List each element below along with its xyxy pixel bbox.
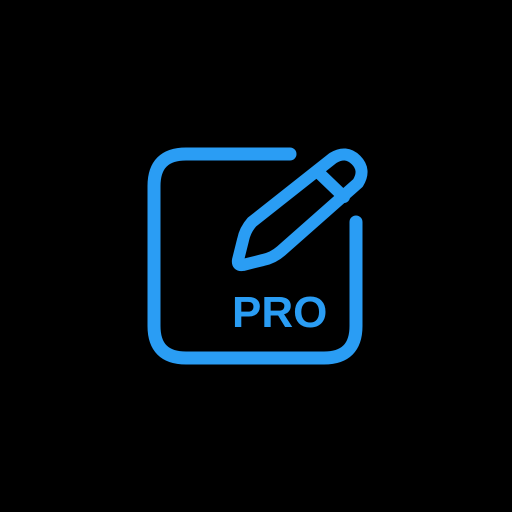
app-icon-canvas: PRO — [0, 0, 512, 512]
pencil-icon — [231, 148, 368, 272]
edit-pencil-square-icon — [147, 147, 368, 365]
pro-badge-label: PRO — [232, 288, 328, 337]
pencil-band — [312, 166, 350, 203]
